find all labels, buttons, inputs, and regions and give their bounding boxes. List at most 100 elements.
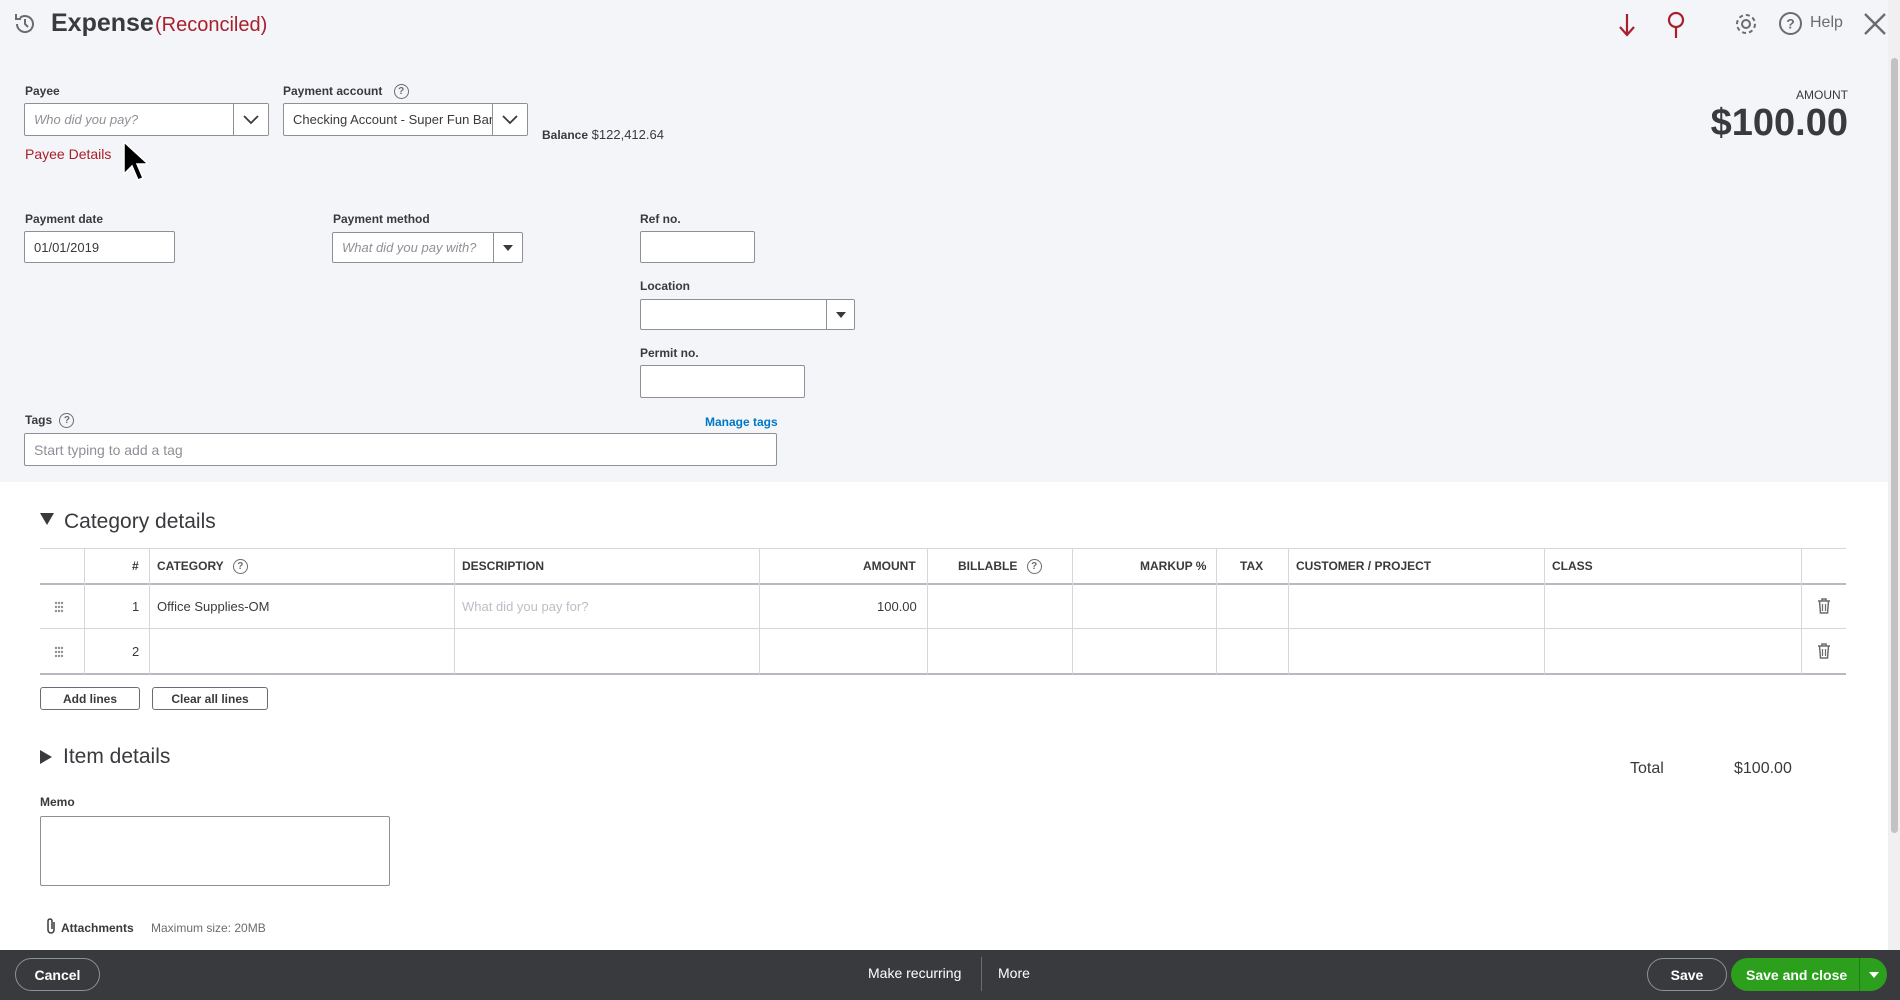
page-scrollbar[interactable]: [1888, 0, 1900, 950]
ref-no-input[interactable]: [640, 231, 755, 263]
payment-date-input[interactable]: 01/01/2019: [24, 231, 175, 263]
caret-down-icon: [1868, 971, 1879, 978]
expand-triangle-icon[interactable]: [40, 750, 52, 769]
row-1-category[interactable]: Office Supplies-OM: [157, 599, 269, 614]
total-value: $100.00: [1734, 760, 1792, 777]
save-and-close-button[interactable]: Save and close: [1731, 958, 1887, 991]
row-1-description[interactable]: What did you pay for?: [462, 599, 588, 614]
cancel-button[interactable]: Cancel: [15, 958, 100, 991]
col-header-amount: AMOUNT: [863, 559, 916, 573]
location-pin-icon[interactable]: [1665, 11, 1687, 44]
item-details-title[interactable]: Item details: [63, 745, 170, 769]
add-lines-button[interactable]: Add lines: [40, 687, 140, 710]
attachments-label[interactable]: Attachments: [61, 921, 134, 935]
payment-date-label: Payment date: [25, 212, 104, 226]
tags-input[interactable]: Start typing to add a tag: [24, 433, 777, 466]
gear-icon[interactable]: [1733, 11, 1759, 42]
row-1-amount[interactable]: 100.00: [877, 599, 917, 614]
col-header-billable-text: BILLABLE: [958, 559, 1018, 573]
table-header-border: [40, 583, 1846, 585]
payment-method-dropdown-button[interactable]: [493, 233, 522, 262]
tags-help-icon[interactable]: ?: [59, 413, 75, 429]
memo-textarea[interactable]: [40, 816, 390, 886]
col-divider: [927, 548, 928, 674]
col-divider: [1072, 548, 1073, 674]
table-row-border: [40, 628, 1846, 629]
tags-label-text: Tags: [25, 413, 53, 427]
col-header-markup: MARKUP %: [1140, 559, 1207, 573]
reconciled-status: (Reconciled): [155, 14, 268, 36]
location-dropdown-button[interactable]: [826, 300, 854, 329]
col-header-class: CLASS: [1552, 559, 1593, 573]
balance-display: Balance $122,412.64: [542, 127, 664, 142]
amount-label: AMOUNT: [1796, 88, 1848, 102]
col-header-tax: TAX: [1240, 559, 1264, 573]
paperclip-icon: [44, 917, 58, 940]
col-divider: [759, 548, 760, 674]
tags-placeholder: Start typing to add a tag: [34, 441, 183, 458]
tags-label: Tags ?: [25, 413, 75, 429]
col-header-customer-project: CUSTOMER / PROJECT: [1296, 559, 1432, 573]
row-1-number: 1: [132, 599, 140, 614]
billable-help-icon[interactable]: ?: [1026, 559, 1042, 575]
chevron-down-icon: [243, 114, 259, 124]
scrollbar-thumb[interactable]: [1891, 58, 1898, 833]
payee-details-link[interactable]: Payee Details: [25, 146, 111, 162]
category-details-title[interactable]: Category details: [64, 510, 216, 534]
total-label: Total: [1630, 760, 1664, 777]
caret-down-icon: [835, 311, 846, 318]
caret-down-icon: [503, 244, 513, 251]
payee-placeholder: Who did you pay?: [34, 112, 139, 127]
help-link[interactable]: Help: [1810, 14, 1843, 32]
payment-method-select[interactable]: What did you pay with?: [332, 232, 523, 263]
col-divider: [149, 548, 150, 674]
help-icon[interactable]: ?: [1778, 11, 1803, 41]
svg-text:?: ?: [1786, 16, 1795, 32]
save-options-dropdown[interactable]: [1859, 958, 1887, 991]
col-header-number: #: [132, 559, 139, 573]
col-divider: [84, 548, 85, 674]
payment-account-label: Payment account ?: [283, 84, 409, 100]
more-button[interactable]: More: [998, 965, 1030, 981]
balance-label: Balance: [542, 128, 589, 142]
col-header-category: CATEGORY ?: [157, 559, 248, 575]
ref-no-label: Ref no.: [640, 212, 681, 226]
location-select[interactable]: [640, 299, 855, 330]
mouse-cursor-icon: [122, 140, 150, 187]
clear-all-lines-button[interactable]: Clear all lines: [152, 687, 268, 710]
payment-method-placeholder: What did you pay with?: [342, 240, 477, 255]
col-divider: [1801, 548, 1802, 674]
payment-account-help-icon[interactable]: ?: [393, 84, 409, 100]
drag-handle-icon[interactable]: [54, 645, 64, 663]
location-label: Location: [640, 279, 690, 293]
trash-icon[interactable]: [1817, 643, 1831, 664]
make-recurring-button[interactable]: Make recurring: [868, 965, 961, 981]
payment-account-label-text: Payment account: [283, 84, 383, 98]
col-header-billable: BILLABLE ?: [958, 559, 1042, 575]
col-divider: [1216, 548, 1217, 674]
save-button[interactable]: Save: [1647, 958, 1727, 991]
col-header-description: DESCRIPTION: [462, 559, 545, 573]
attachments-max-size: Maximum size: 20MB: [151, 921, 266, 935]
col-header-category-text: CATEGORY: [157, 559, 224, 573]
download-icon[interactable]: [1617, 12, 1637, 43]
payment-account-select[interactable]: Checking Account - Super Fun Bank: [283, 103, 528, 136]
manage-tags-link[interactable]: Manage tags: [705, 415, 778, 429]
payment-account-value: Checking Account - Super Fun Bank: [293, 112, 493, 127]
close-icon[interactable]: [1862, 11, 1888, 42]
permit-no-label: Permit no.: [640, 346, 699, 360]
payee-dropdown-button[interactable]: [233, 104, 268, 135]
trash-icon[interactable]: [1817, 598, 1831, 619]
balance-value: $122,412.64: [591, 127, 664, 142]
collapse-triangle-icon[interactable]: [40, 512, 54, 530]
payment-account-dropdown-button[interactable]: [492, 104, 527, 135]
drag-handle-icon[interactable]: [54, 600, 64, 618]
payment-method-label: Payment method: [333, 212, 430, 226]
col-divider: [1288, 548, 1289, 674]
payee-input[interactable]: Who did you pay?: [24, 103, 269, 136]
col-divider: [454, 548, 455, 674]
row-2-number: 2: [132, 644, 140, 659]
recent-transactions-icon[interactable]: [12, 11, 38, 42]
permit-no-input[interactable]: [640, 365, 805, 398]
category-help-icon[interactable]: ?: [232, 559, 248, 575]
